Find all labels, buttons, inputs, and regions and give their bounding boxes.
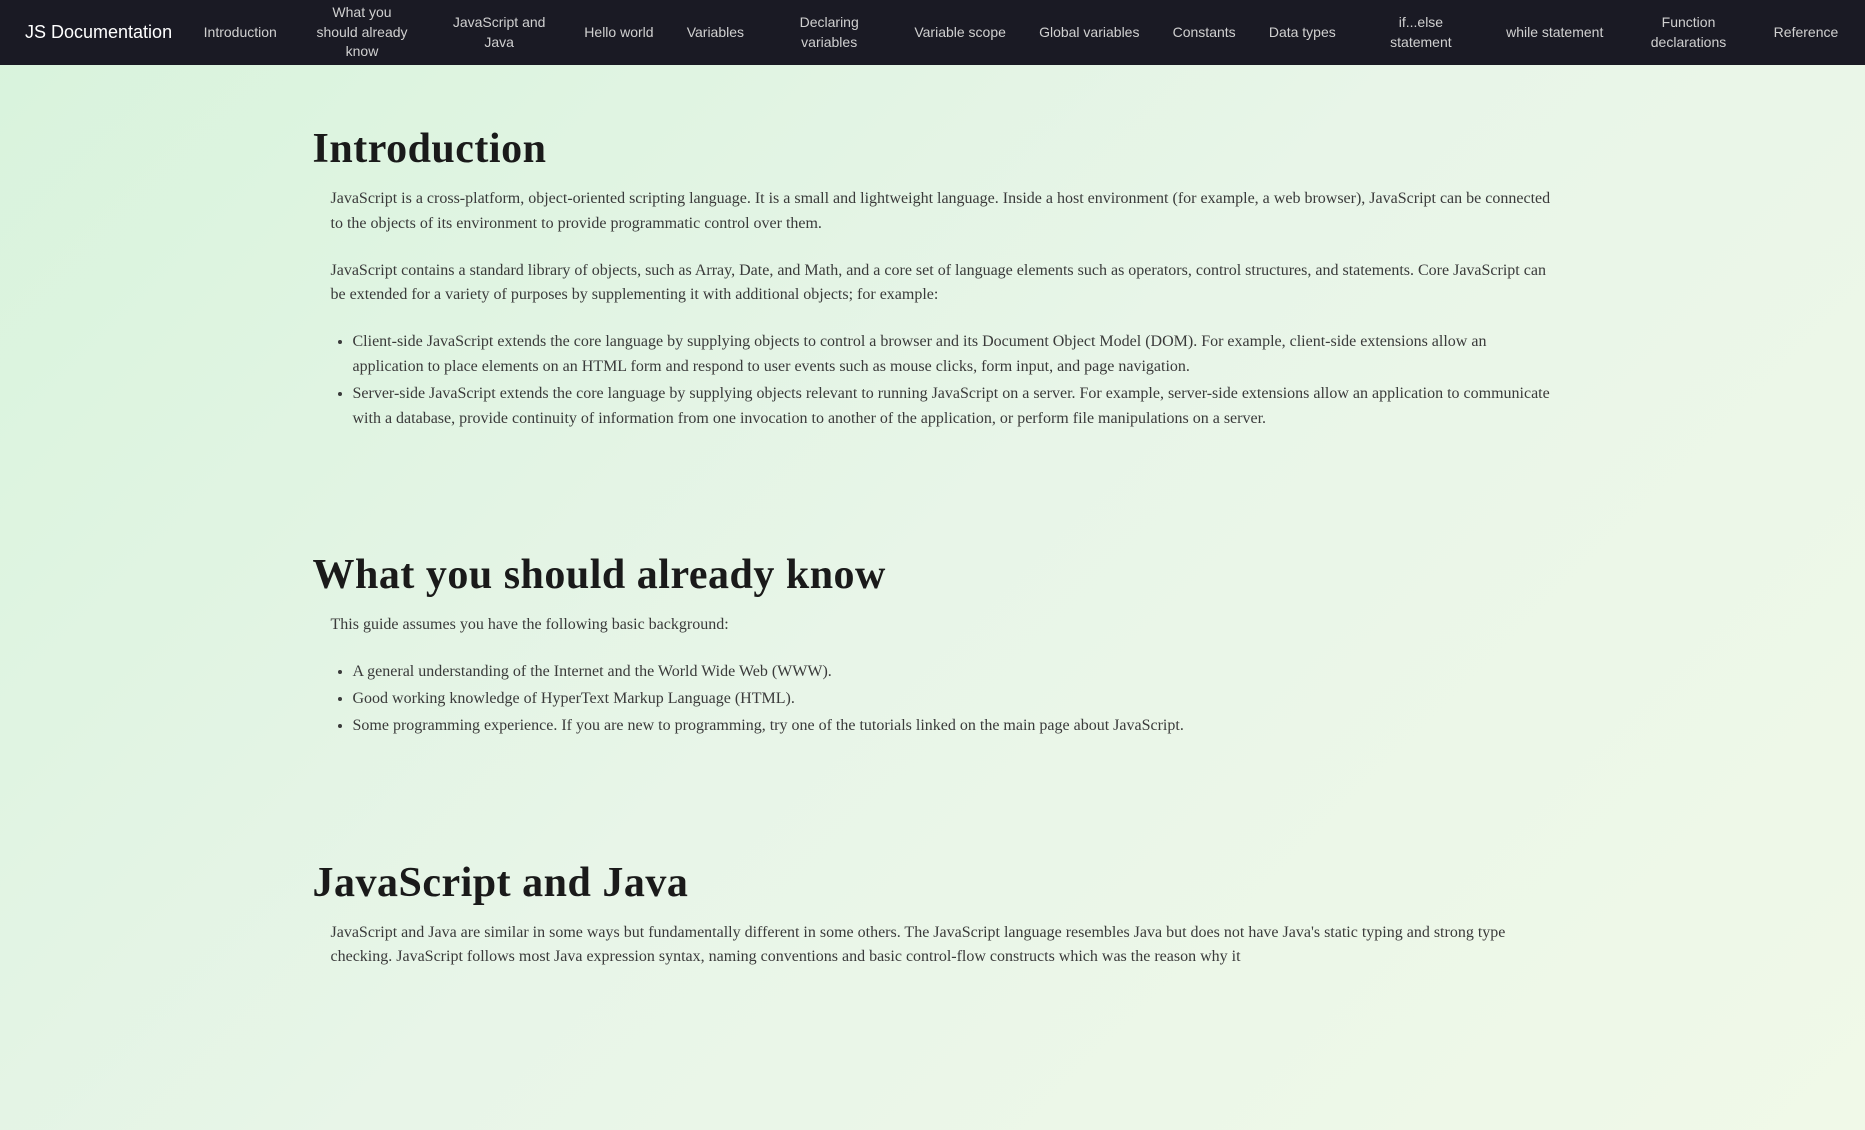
nav-link-reference[interactable]: Reference (1766, 0, 1847, 65)
section-content: JavaScript is a cross-platform, object-o… (313, 187, 1553, 431)
nav-link-javascript-and-java[interactable]: JavaScript and Java (439, 0, 559, 65)
nav-link-if-else[interactable]: if...else statement (1361, 0, 1481, 65)
list-item: Good working knowledge of HyperText Mark… (353, 687, 1553, 712)
list: A general understanding of the Internet … (331, 660, 1553, 738)
nav-link-what-you-should-know[interactable]: What you should already know (302, 0, 422, 65)
section-content: JavaScript and Java are similar in some … (313, 921, 1553, 971)
nav-link-global-variables[interactable]: Global variables (1031, 0, 1147, 65)
paragraph: JavaScript contains a standard library o… (331, 259, 1553, 309)
nav-link-declaring-variables[interactable]: Declaring variables (769, 0, 889, 65)
heading-introduction: Introduction (313, 125, 1553, 173)
nav-link-hello-world[interactable]: Hello world (576, 0, 661, 65)
list-item: Some programming experience. If you are … (353, 714, 1553, 739)
nav-title: JS Documentation (10, 22, 187, 43)
section-js-and-java: JavaScript and Java JavaScript and Java … (313, 859, 1553, 971)
list-item: A general understanding of the Internet … (353, 660, 1553, 685)
section-already-know: What you should already know This guide … (313, 551, 1553, 738)
paragraph: JavaScript is a cross-platform, object-o… (331, 187, 1553, 237)
section-content: This guide assumes you have the followin… (313, 613, 1553, 738)
heading-already-know: What you should already know (313, 551, 1553, 599)
nav-link-constants[interactable]: Constants (1165, 0, 1244, 65)
nav-link-introduction[interactable]: Introduction (196, 0, 285, 65)
nav-link-variables[interactable]: Variables (679, 0, 752, 65)
nav-links: Introduction What you should already kno… (187, 0, 1855, 65)
heading-js-and-java: JavaScript and Java (313, 859, 1553, 907)
top-nav: JS Documentation Introduction What you s… (0, 0, 1865, 65)
list: Client-side JavaScript extends the core … (331, 330, 1553, 431)
list-item: Client-side JavaScript extends the core … (353, 330, 1553, 380)
paragraph: This guide assumes you have the followin… (331, 613, 1553, 638)
nav-link-variable-scope[interactable]: Variable scope (906, 0, 1014, 65)
nav-link-function-declarations[interactable]: Function declarations (1629, 0, 1749, 65)
nav-link-while[interactable]: while statement (1498, 0, 1611, 65)
section-introduction: Introduction JavaScript is a cross-platf… (313, 125, 1553, 431)
main-content: Introduction JavaScript is a cross-platf… (293, 65, 1573, 1130)
paragraph: JavaScript and Java are similar in some … (331, 921, 1553, 971)
list-item: Server-side JavaScript extends the core … (353, 382, 1553, 432)
nav-link-data-types[interactable]: Data types (1261, 0, 1344, 65)
